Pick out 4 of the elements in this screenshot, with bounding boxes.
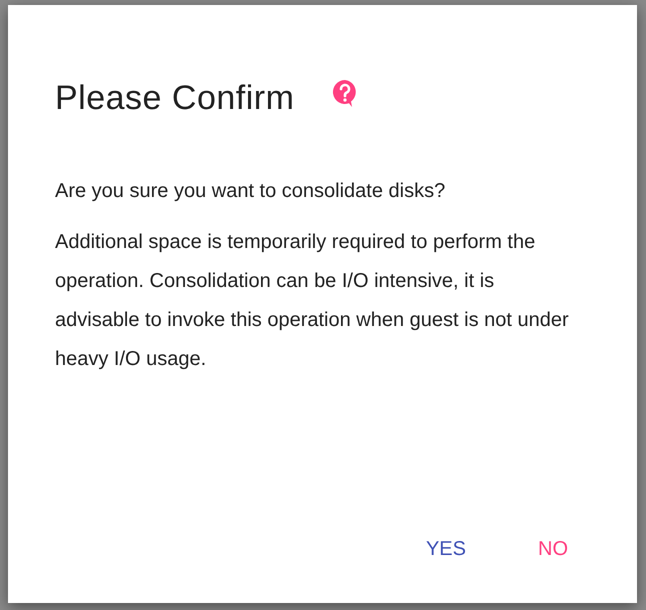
yes-button[interactable]: YES <box>420 532 472 567</box>
confirm-question: Are you sure you want to consolidate disks? <box>55 179 446 204</box>
dialog-title: Please Confirm <box>55 81 294 115</box>
warning-message: Additional space is temporarily required to perform the operation. Consolidation can be I/O intensive, it is advisable to invoke this operation when guest is not under heavy I/O usage. <box>55 230 570 372</box>
